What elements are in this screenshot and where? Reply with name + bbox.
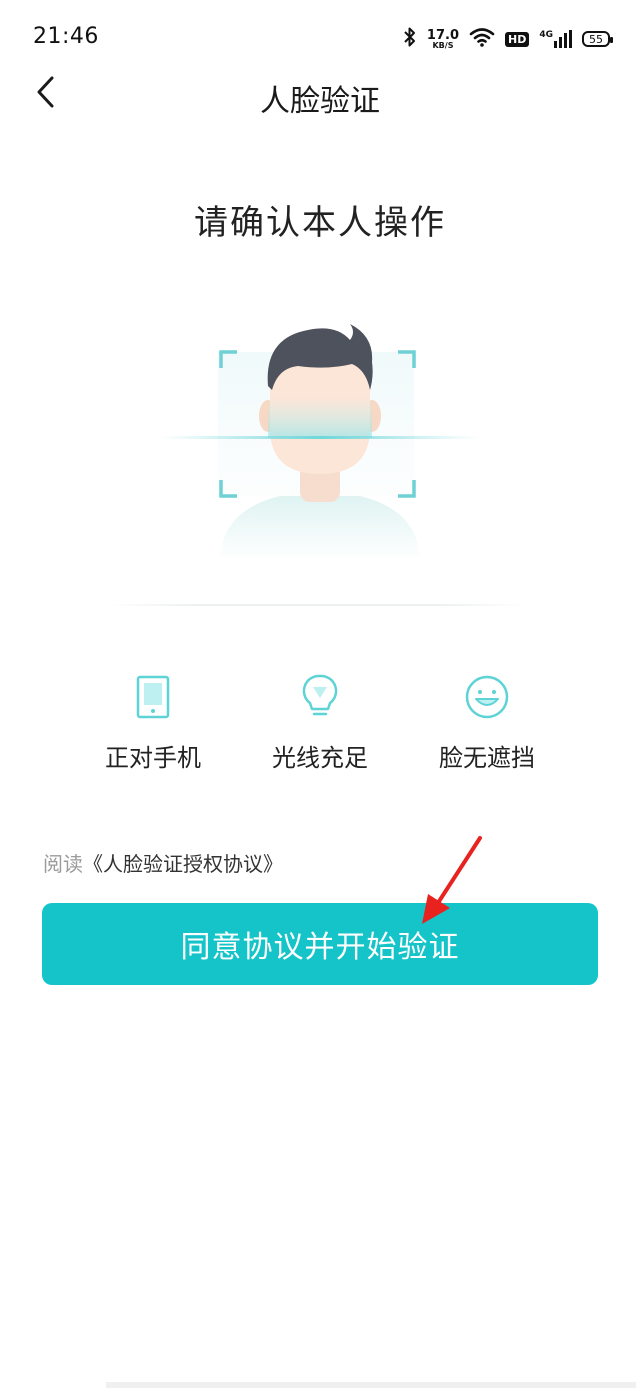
status-icons: 17.0 KB/S HD 4G 55 [403,24,613,54]
bottom-strip [106,1382,636,1388]
page-title: 人脸验证 [260,84,380,119]
battery-icon: 55 [582,31,613,47]
bluetooth-icon [403,26,417,52]
net-speed-value: 17.0 [426,27,459,43]
network-type: 4G [539,30,553,40]
agree-and-start-button[interactable]: 同意协议并开始验证 [42,903,598,985]
phone-icon [128,672,178,722]
cellular-signal-icon: 4G [539,30,572,48]
face-scan-illustration [160,320,480,560]
tips-row: 正对手机 光线充足 脸无遮挡 [70,672,570,773]
net-speed-unit: KB/S [432,40,454,50]
confirm-prompt: 请确认本人操作 [194,203,446,243]
agreement-link[interactable]: 《人脸验证授权协议》 [83,848,283,877]
tip-label: 光线充足 [272,744,368,772]
light-bulb-icon [295,672,345,722]
tip-label: 脸无遮挡 [439,744,535,772]
nav-bar: 人脸验证 [0,62,640,126]
tip-label: 正对手机 [105,744,201,772]
agreement-prefix: 阅读 [43,852,83,876]
hd-badge: HD [505,31,530,47]
net-speed: 17.0 KB/S [427,29,459,50]
wifi-icon [469,27,495,51]
tip-enough-light: 光线充足 [237,672,403,773]
tip-face-phone: 正对手机 [70,672,236,773]
smile-face-icon [462,672,512,722]
battery-level: 55 [589,32,603,46]
divider [108,604,528,606]
tip-no-cover: 脸无遮挡 [404,672,570,773]
status-time: 21:46 [33,24,99,49]
agreement-line: 阅读 《人脸验证授权协议》 [43,848,283,877]
